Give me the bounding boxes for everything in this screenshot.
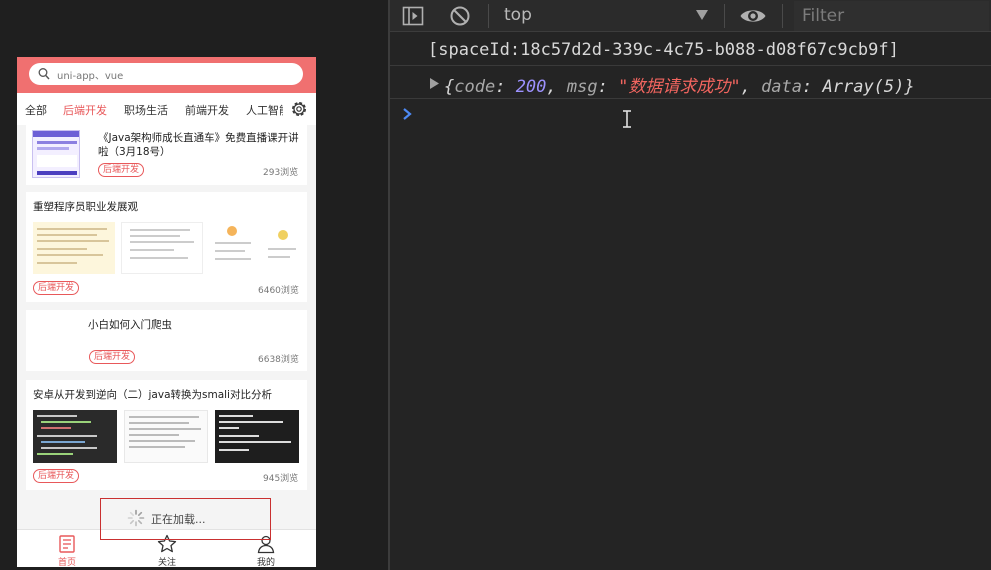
tab-career[interactable]: 职场生活 <box>124 102 168 118</box>
tab-frontend[interactable]: 前端开发 <box>185 102 229 118</box>
tab-all[interactable]: 全部 <box>25 102 47 118</box>
article-card[interactable]: 小白如何入门爬虫 后端开发 6638浏览 <box>26 310 307 371</box>
article-thumbnail <box>124 410 208 463</box>
category-tag: 后端开发 <box>33 281 80 295</box>
category-tabs: 全部 后端开发 职场生活 前端开发 人工智能 <box>17 93 316 125</box>
chevron-down-icon[interactable] <box>695 9 709 21</box>
search-input[interactable]: uni-app、vue <box>29 63 303 85</box>
view-count: 6460浏览 <box>258 286 299 296</box>
article-title: 重塑程序员职业发展观 <box>33 201 138 213</box>
text-cursor-icon <box>623 110 631 128</box>
console-object-line[interactable]: {code: 200, msg: "数据请求成功", data: Array(5… <box>390 66 991 99</box>
category-tag: 后端开发 <box>89 350 136 364</box>
view-count: 293浏览 <box>263 168 299 178</box>
article-title: 安卓从开发到逆向（二）java转换为smali对比分析 <box>33 389 272 401</box>
spinner-icon <box>127 509 145 527</box>
console-toolbar: top Filter <box>390 0 991 32</box>
search-placeholder: uni-app、vue <box>57 71 124 82</box>
view-count: 6638浏览 <box>258 355 299 365</box>
object-preview[interactable]: {code: 200, msg: "数据请求成功", data: Array(5… <box>444 72 915 97</box>
loading-indicator: 正在加载... <box>100 498 271 540</box>
article-title: 《Java架构师成长直通车》免费直播课开讲啦（3月18号） <box>98 132 299 158</box>
article-thumbnail <box>264 222 300 274</box>
console-log-line: [spaceId:18c57d2d-339c-4c75-b088-d08f67c… <box>390 34 991 66</box>
phone-screen: uni-app、vue 全部 后端开发 职场生活 前端开发 人工智能 <box>17 57 316 567</box>
search-icon <box>38 68 50 80</box>
clear-console-icon[interactable] <box>449 5 471 27</box>
article-thumbnail <box>121 222 203 274</box>
console-prompt[interactable] <box>390 100 991 128</box>
article-title: 小白如何入门爬虫 <box>88 319 172 331</box>
tabbar-follow-label: 关注 <box>157 558 176 567</box>
eye-icon[interactable] <box>739 5 767 27</box>
prompt-chevron-icon <box>403 108 412 120</box>
article-feed[interactable]: 《Java架构师成长直通车》免费直播课开讲啦（3月18号） 后端开发 293浏览… <box>17 125 316 537</box>
expand-triangle-icon[interactable] <box>430 78 439 89</box>
article-card[interactable]: 《Java架构师成长直通车》免费直播课开讲啦（3月18号） 后端开发 293浏览 <box>26 125 307 185</box>
simulator-area: uni-app、vue 全部 后端开发 职场生活 前端开发 人工智能 <box>0 0 388 570</box>
context-selector[interactable]: top <box>504 5 532 25</box>
devtools-panel: top Filter [spaceId:18c57d2d-339c-4c75-b… <box>388 0 991 570</box>
search-header: uni-app、vue <box>17 57 316 93</box>
article-thumbnail <box>33 222 115 274</box>
tab-ai[interactable]: 人工智能 <box>246 102 283 118</box>
loading-text: 正在加载... <box>151 513 206 526</box>
gear-icon[interactable] <box>289 99 309 119</box>
article-card[interactable]: 重塑程序员职业发展观 后端开发 6460浏览 <box>26 192 307 302</box>
home-icon <box>59 535 75 553</box>
filter-input[interactable]: Filter <box>794 1 989 31</box>
filter-placeholder: Filter <box>802 6 845 26</box>
article-thumbnail <box>32 130 80 178</box>
category-tag: 后端开发 <box>98 163 145 177</box>
tabbar-home-label: 首页 <box>57 558 76 567</box>
article-thumbnail <box>33 410 117 463</box>
log-text: [spaceId:18c57d2d-339c-4c75-b088-d08f67c… <box>428 40 899 60</box>
article-thumbnail <box>209 222 259 274</box>
category-tag: 后端开发 <box>33 469 80 483</box>
tabbar-mine-label: 我的 <box>256 558 275 567</box>
view-count: 945浏览 <box>263 474 299 484</box>
sidebar-toggle-icon[interactable] <box>402 5 424 27</box>
tab-backend[interactable]: 后端开发 <box>63 102 107 118</box>
article-card[interactable]: 安卓从开发到逆向（二）java转换为smali对比分析 后端开发 945浏览 <box>26 380 307 490</box>
article-thumbnail <box>215 410 299 463</box>
article-thumbnail <box>32 316 80 364</box>
